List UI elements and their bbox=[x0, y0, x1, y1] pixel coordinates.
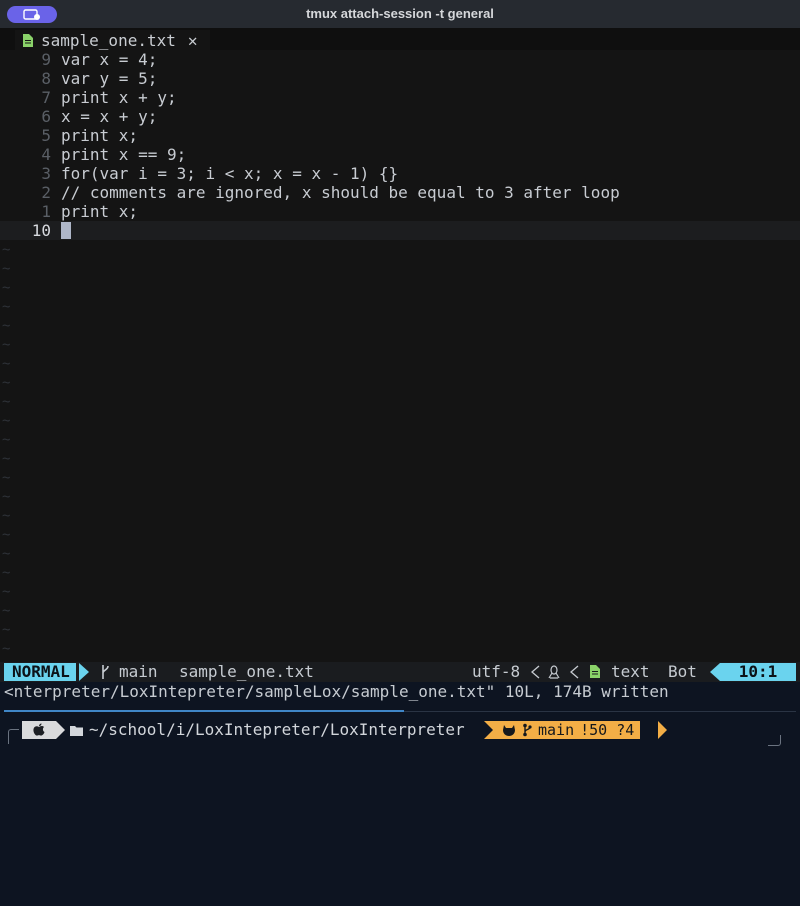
apple-icon bbox=[33, 723, 45, 736]
line-number: 8 bbox=[41, 69, 51, 88]
tilde-marker: ~ bbox=[2, 413, 11, 429]
tilde-marker: ~ bbox=[2, 470, 11, 486]
tilde-marker: ~ bbox=[2, 299, 11, 315]
scroll-position: Bot bbox=[668, 662, 697, 681]
pane-divider-active bbox=[4, 710, 404, 712]
tilde-marker: ~ bbox=[2, 584, 11, 600]
line-number: 1 bbox=[41, 202, 51, 221]
tilde-marker: ~ bbox=[2, 337, 11, 353]
tilde-marker: ~ bbox=[2, 261, 11, 277]
current-line[interactable]: 10 bbox=[0, 221, 800, 240]
file-icon bbox=[23, 33, 33, 47]
git-segment-separator bbox=[658, 721, 667, 739]
tilde-marker: ~ bbox=[2, 508, 11, 524]
chevron-left-icon bbox=[530, 665, 540, 679]
git-status-segment: main !50 ?4 bbox=[484, 721, 641, 739]
title-bar: tmux attach-session -t general bbox=[0, 0, 800, 29]
line-text: x = x + y; bbox=[61, 107, 158, 126]
file-encoding: utf-8 bbox=[472, 662, 521, 681]
status-line: NORMAL main sample_one.txt utf-8 text Bo… bbox=[0, 662, 800, 682]
tilde-marker: ~ bbox=[2, 451, 11, 467]
tilde-marker: ~ bbox=[2, 432, 11, 448]
tilde-marker: ~ bbox=[2, 546, 11, 562]
code-line: 9 var x = 4; bbox=[0, 50, 800, 69]
line-text: for(var i = 3; i < x; x = x - 1) {} bbox=[61, 164, 399, 183]
line-text: var x = 4; bbox=[61, 50, 158, 69]
tilde-marker: ~ bbox=[2, 527, 11, 543]
prompt-frame-left bbox=[8, 729, 19, 744]
buffer-lines: 9 var x = 4; 8 var y = 5; 7 print x + y; 6x… bbox=[0, 50, 800, 240]
code-line: 5 print x; bbox=[0, 126, 800, 145]
line-number: 6 bbox=[41, 107, 51, 126]
cwd-text: ~/school/i/LoxIntepreter/LoxInterpreter bbox=[89, 720, 465, 739]
line-number: 2 bbox=[41, 183, 51, 202]
code-line: 2 // comments are ignored, x should be eq… bbox=[0, 183, 800, 202]
prompt-frame-right bbox=[768, 735, 781, 746]
buffer-tab-label: sample_one.txt bbox=[41, 30, 176, 50]
linux-icon bbox=[548, 665, 560, 679]
tilde-marker: ~ bbox=[2, 641, 11, 657]
buffer-tab[interactable]: sample_one.txt ✕ bbox=[15, 30, 210, 50]
cursor-position: 10:1 bbox=[720, 663, 796, 681]
git-branch-icon bbox=[523, 723, 532, 737]
line-text: // comments are ignored, x should be equ… bbox=[61, 183, 620, 202]
code-line: 6 x = x + y; bbox=[0, 107, 800, 126]
terminal-window: tmux attach-session -t general sample_on… bbox=[0, 0, 800, 906]
tilde-marker: ~ bbox=[2, 603, 11, 619]
prompt-path: ~/school/i/LoxIntepreter/LoxInterpreter bbox=[70, 719, 465, 741]
tabline: sample_one.txt ✕ bbox=[0, 28, 800, 50]
line-number: 10 bbox=[31, 221, 51, 240]
tilde-marker: ~ bbox=[2, 375, 11, 391]
github-cat-icon bbox=[503, 724, 515, 736]
line-number: 7 bbox=[41, 88, 51, 107]
code-line: 4 print x == 9; bbox=[0, 145, 800, 164]
pane-divider bbox=[404, 711, 796, 712]
line-number: 9 bbox=[41, 50, 51, 69]
position-separator bbox=[710, 663, 720, 681]
branch-name: main bbox=[119, 662, 158, 681]
vim-editor[interactable]: sample_one.txt ✕ 9 var x = 4; 8 var y = 5;… bbox=[0, 28, 800, 662]
git-branch-icon bbox=[100, 664, 110, 680]
line-number: 5 bbox=[41, 126, 51, 145]
code-line: 8 var y = 5; bbox=[0, 69, 800, 88]
code-line: 1 print x; bbox=[0, 202, 800, 221]
window-title: tmux attach-session -t general bbox=[306, 6, 494, 21]
mode-separator bbox=[79, 663, 89, 681]
line-text: print x; bbox=[61, 202, 139, 221]
code-line: 7 print x + y; bbox=[0, 88, 800, 107]
chevron-left-icon bbox=[569, 665, 579, 679]
mode-indicator: NORMAL bbox=[4, 663, 76, 681]
command-line: <nterpreter/LoxIntepreter/sampleLox/samp… bbox=[0, 682, 800, 702]
git-segment-notch bbox=[484, 721, 493, 739]
text-cursor bbox=[61, 222, 71, 239]
tilde-marker: ~ bbox=[2, 242, 11, 258]
tilde-marker: ~ bbox=[2, 565, 11, 581]
line-text: var y = 5; bbox=[61, 69, 158, 88]
tilde-marker: ~ bbox=[2, 489, 11, 505]
empty-line-markers: ~ ~ ~ ~ ~ ~ ~ ~ ~ ~ ~ ~ ~ ~ ~ ~ ~ ~ ~ ~ … bbox=[2, 241, 10, 659]
tilde-marker: ~ bbox=[2, 622, 11, 638]
tilde-marker: ~ bbox=[2, 280, 11, 296]
line-text: print x + y; bbox=[61, 88, 177, 107]
tilde-marker: ~ bbox=[2, 356, 11, 372]
tilde-marker: ~ bbox=[2, 318, 11, 334]
file-icon bbox=[590, 665, 600, 678]
os-segment-separator bbox=[56, 721, 65, 739]
git-changes: !50 ?4 bbox=[580, 721, 635, 739]
folder-icon bbox=[70, 725, 83, 736]
prompt-branch: main bbox=[538, 721, 575, 739]
line-text: print x; bbox=[61, 126, 139, 145]
tilde-marker: ~ bbox=[2, 394, 11, 410]
file-type: text bbox=[611, 662, 650, 681]
line-number: 3 bbox=[41, 164, 51, 183]
line-number: 4 bbox=[41, 145, 51, 164]
line-text: print x == 9; bbox=[61, 145, 187, 164]
status-filename: sample_one.txt bbox=[179, 662, 314, 681]
os-segment bbox=[22, 721, 56, 739]
close-icon[interactable]: ✕ bbox=[188, 31, 198, 50]
code-line: 3 for(var i = 3; i < x; x = x - 1) {} bbox=[0, 164, 800, 183]
